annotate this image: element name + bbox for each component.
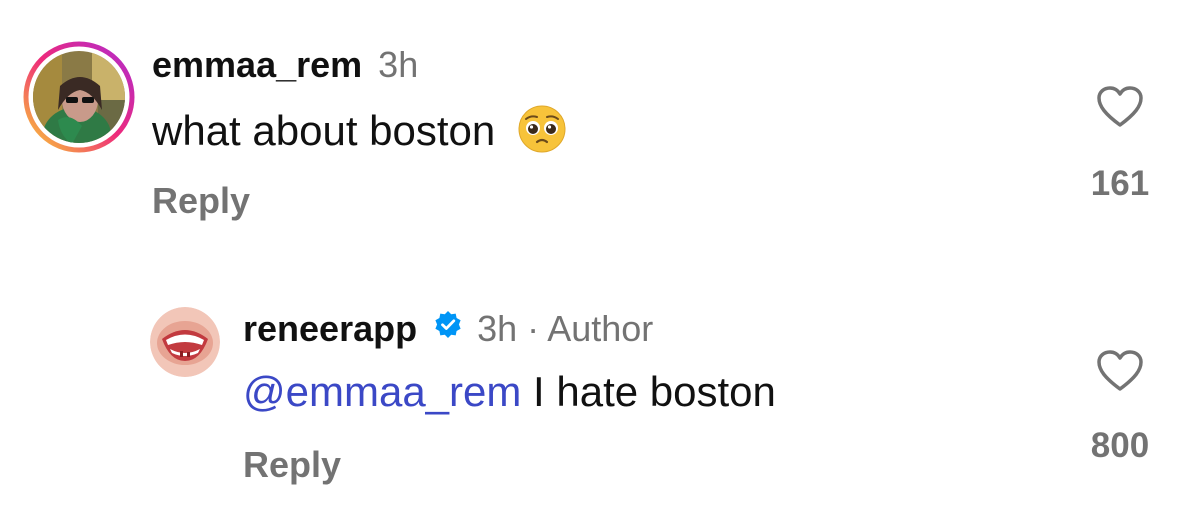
author-label: Author [547, 308, 654, 349]
reply-button[interactable]: Reply [243, 444, 341, 486]
comment-body: what about boston [152, 107, 496, 155]
avatar[interactable] [150, 307, 220, 377]
username[interactable]: reneerapp [243, 308, 417, 349]
username[interactable]: emmaa_rem [152, 44, 362, 85]
comment-header: reneerapp 3h · Author [243, 308, 653, 350]
reply-button[interactable]: Reply [152, 180, 250, 222]
comment-body: I hate boston [533, 368, 776, 415]
comment-text: @emmaa_rem I hate boston [243, 368, 776, 416]
like-count: 800 [1090, 426, 1150, 465]
comment-text: what about boston [152, 104, 567, 164]
separator: · [527, 308, 540, 349]
pleading-face-emoji [517, 104, 567, 164]
timestamp: 3h [378, 44, 419, 85]
heart-icon[interactable] [1097, 350, 1143, 392]
comment-header: emmaa_rem 3h [152, 44, 418, 86]
avatar-story-ring[interactable] [22, 40, 136, 154]
timestamp: 3h [477, 308, 518, 349]
like-count: 161 [1090, 164, 1150, 203]
verified-badge-icon [433, 307, 463, 349]
avatar [33, 51, 125, 143]
heart-icon[interactable] [1097, 86, 1143, 128]
mention-link[interactable]: @emmaa_rem [243, 368, 521, 415]
